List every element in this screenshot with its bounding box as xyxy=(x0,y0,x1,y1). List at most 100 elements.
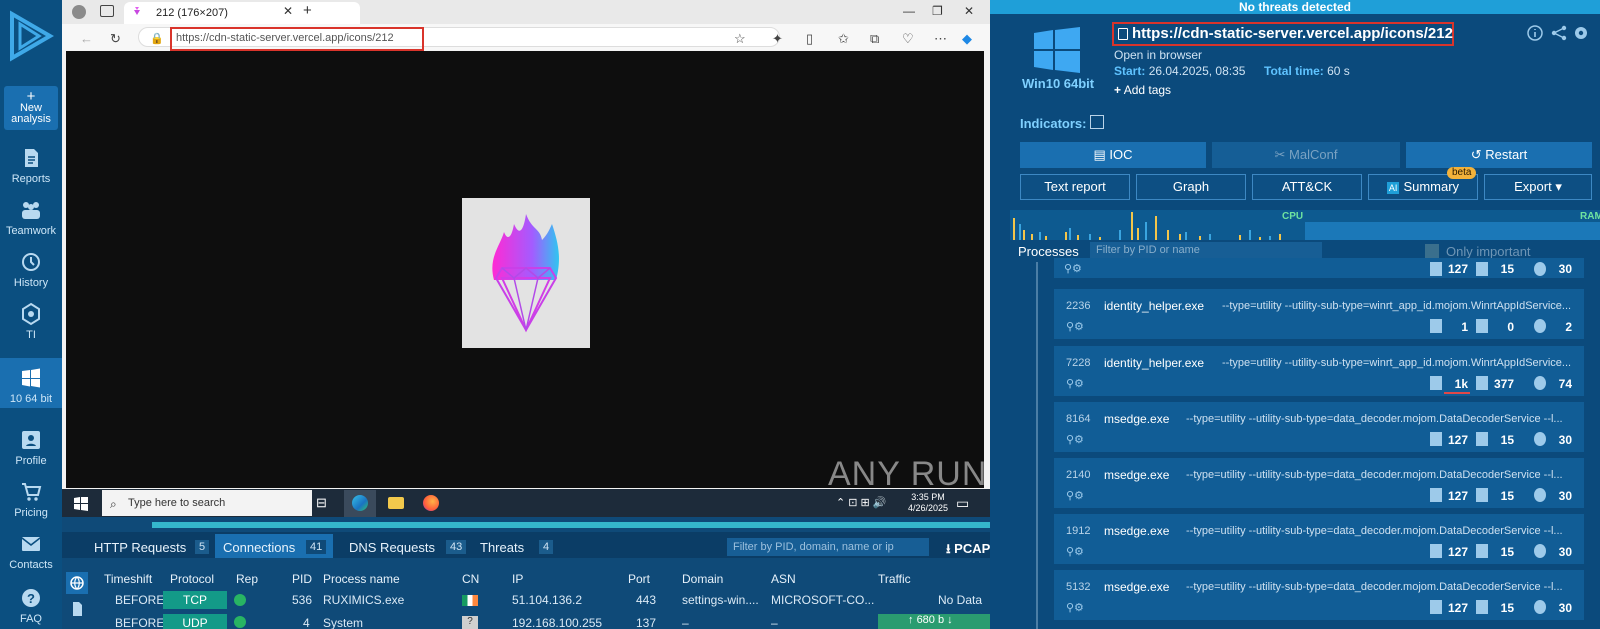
col-asn[interactable]: ASN xyxy=(771,572,796,586)
analysis-url[interactable]: https://cdn-static-server.vercel.app/ico… xyxy=(1132,25,1453,42)
col-ip[interactable]: IP xyxy=(512,572,523,586)
row2-traffic-value: 680 b xyxy=(916,614,945,626)
info-icon[interactable] xyxy=(1526,24,1544,42)
pcap-download-button[interactable]: ⭳ PCAP xyxy=(946,540,990,562)
taskbar-clock[interactable]: 3:35 PM 4/26/2025 xyxy=(908,492,948,514)
export-button[interactable]: Export ▾ xyxy=(1484,174,1592,200)
nav-profile[interactable]: Profile xyxy=(0,428,62,467)
firefox-icon[interactable] xyxy=(423,495,439,511)
tab-threats[interactable]: Threats xyxy=(480,540,524,555)
tab-close-icon[interactable]: ✕ xyxy=(283,4,293,18)
nav-os-label: 10 64 bit xyxy=(9,393,53,405)
col-protocol[interactable]: Protocol xyxy=(170,572,214,586)
collections-icon[interactable]: ⧉ xyxy=(870,31,879,47)
process-name[interactable]: identity_helper.exe xyxy=(1104,299,1204,313)
task-view-icon[interactable]: ⊟ xyxy=(316,495,327,511)
file-explorer-icon[interactable] xyxy=(388,497,404,509)
process-pid: 2140 xyxy=(1066,469,1091,481)
copilot-icon[interactable]: ◆ xyxy=(962,31,972,47)
open-in-browser-link[interactable]: Open in browser xyxy=(1114,48,1202,62)
process-name[interactable]: msedge.exe xyxy=(1104,580,1169,594)
restart-button[interactable]: ↺ Restart xyxy=(1406,142,1592,168)
process-icons: ⚲⚙ xyxy=(1066,546,1084,558)
new-tab-icon[interactable]: + xyxy=(303,2,312,19)
process-name[interactable]: msedge.exe xyxy=(1104,524,1169,538)
graph-button[interactable]: Graph xyxy=(1136,174,1246,200)
col-cn[interactable]: CN xyxy=(462,572,479,586)
browser-tab[interactable]: 212 (176×207) xyxy=(124,2,360,24)
refresh-icon[interactable]: ↻ xyxy=(110,31,121,47)
taskbar-search-input[interactable]: Type here to search xyxy=(102,490,312,516)
timeline-progress xyxy=(152,522,990,528)
process-filter-input[interactable]: Filter by PID or name xyxy=(1090,242,1322,259)
cpu-ram-sparkline xyxy=(1013,212,1600,240)
address-url-highlight[interactable]: https://cdn-static-server.vercel.app/ico… xyxy=(170,27,424,51)
col-port[interactable]: Port xyxy=(628,572,650,586)
malconf-button[interactable]: ✂ MalConf xyxy=(1212,142,1400,168)
window-close-icon[interactable]: ✕ xyxy=(964,4,974,18)
favorites-icon[interactable]: ✩ xyxy=(838,31,849,47)
only-important-checkbox[interactable] xyxy=(1425,244,1439,258)
extensions-icon[interactable]: ✦ xyxy=(772,31,783,47)
anyrun-logo-icon[interactable] xyxy=(8,10,54,62)
nav-os[interactable]: 10 64 bit xyxy=(0,358,62,408)
nav-teamwork[interactable]: Teamwork xyxy=(0,198,62,237)
process-name[interactable]: msedge.exe xyxy=(1104,468,1169,482)
connections-filter-input[interactable]: Filter by PID, domain, name or ip xyxy=(727,538,929,556)
tab-http-requests[interactable]: HTTP Requests xyxy=(94,540,186,555)
cart-icon xyxy=(22,483,42,501)
col-domain[interactable]: Domain xyxy=(682,572,723,586)
help-icon: ? xyxy=(22,589,40,607)
lock-icon[interactable]: 🔒 xyxy=(150,32,164,45)
new-analysis-button[interactable]: + New analysis xyxy=(4,86,58,130)
process-name[interactable]: identity_helper.exe xyxy=(1104,356,1204,370)
process-name[interactable]: msedge.exe xyxy=(1104,412,1169,426)
row1-process[interactable]: RUXIMICS.exe xyxy=(323,593,404,607)
ioc-button[interactable]: ▤ IOC xyxy=(1020,142,1206,168)
process-pid: 2236 xyxy=(1066,300,1091,312)
col-traffic[interactable]: Traffic xyxy=(878,572,911,586)
tray-icons[interactable]: ⌃ ⊡ ⊞ 🔊 xyxy=(836,496,887,509)
tab-actions-icon[interactable] xyxy=(100,5,114,17)
browser-essentials-icon[interactable]: ♡ xyxy=(902,31,914,47)
nav-history[interactable]: History xyxy=(0,250,62,289)
modules-icon xyxy=(1534,376,1546,390)
back-icon[interactable]: ← xyxy=(80,31,93,46)
notifications-icon[interactable]: ▭ xyxy=(956,495,969,512)
nav-reports[interactable]: Reports xyxy=(0,146,62,185)
stat-modules: 30 xyxy=(1558,489,1572,503)
row2-process[interactable]: System xyxy=(323,616,363,629)
profile-avatar-icon[interactable] xyxy=(72,5,86,19)
favorite-star-icon[interactable]: ☆ xyxy=(734,31,746,47)
nav-faq[interactable]: ? FAQ xyxy=(0,586,62,625)
start-menu-icon[interactable] xyxy=(74,497,88,511)
text-report-button[interactable]: Text report xyxy=(1020,174,1130,200)
registry-icon xyxy=(1476,262,1488,276)
tab-connections[interactable]: Connections xyxy=(223,540,295,555)
row2-asn: – xyxy=(771,616,778,629)
file-icon[interactable] xyxy=(66,598,88,620)
col-timeshift[interactable]: Timeshift xyxy=(104,572,152,586)
restore-icon[interactable]: ❐ xyxy=(932,4,943,18)
settings-gear-icon[interactable] xyxy=(1572,24,1590,42)
team-icon xyxy=(22,202,40,219)
col-pid[interactable]: PID xyxy=(292,572,312,586)
attck-button[interactable]: ATT&CK xyxy=(1252,174,1362,200)
copy-icon[interactable] xyxy=(1118,28,1128,40)
globe-icon[interactable] xyxy=(66,572,88,594)
nav-contacts[interactable]: Contacts xyxy=(0,532,62,571)
more-options-icon[interactable]: ⋯ xyxy=(934,31,947,47)
nav-ti[interactable]: TI xyxy=(0,302,62,341)
share-icon[interactable] xyxy=(1550,24,1568,42)
minimize-icon[interactable]: — xyxy=(903,4,915,18)
stat-files: 127 xyxy=(1447,433,1468,447)
nav-pricing[interactable]: Pricing xyxy=(0,480,62,519)
add-tags-button[interactable]: + Add tags xyxy=(1114,83,1171,97)
split-screen-icon[interactable]: ▯ xyxy=(806,31,813,47)
tab-dns-requests[interactable]: DNS Requests xyxy=(349,540,435,555)
indicators-icon[interactable] xyxy=(1090,115,1104,129)
col-process-name[interactable]: Process name xyxy=(323,572,400,586)
col-rep[interactable]: Rep xyxy=(236,572,258,586)
address-url: https://cdn-static-server.vercel.app/ico… xyxy=(176,32,394,44)
edge-icon[interactable] xyxy=(352,495,368,511)
